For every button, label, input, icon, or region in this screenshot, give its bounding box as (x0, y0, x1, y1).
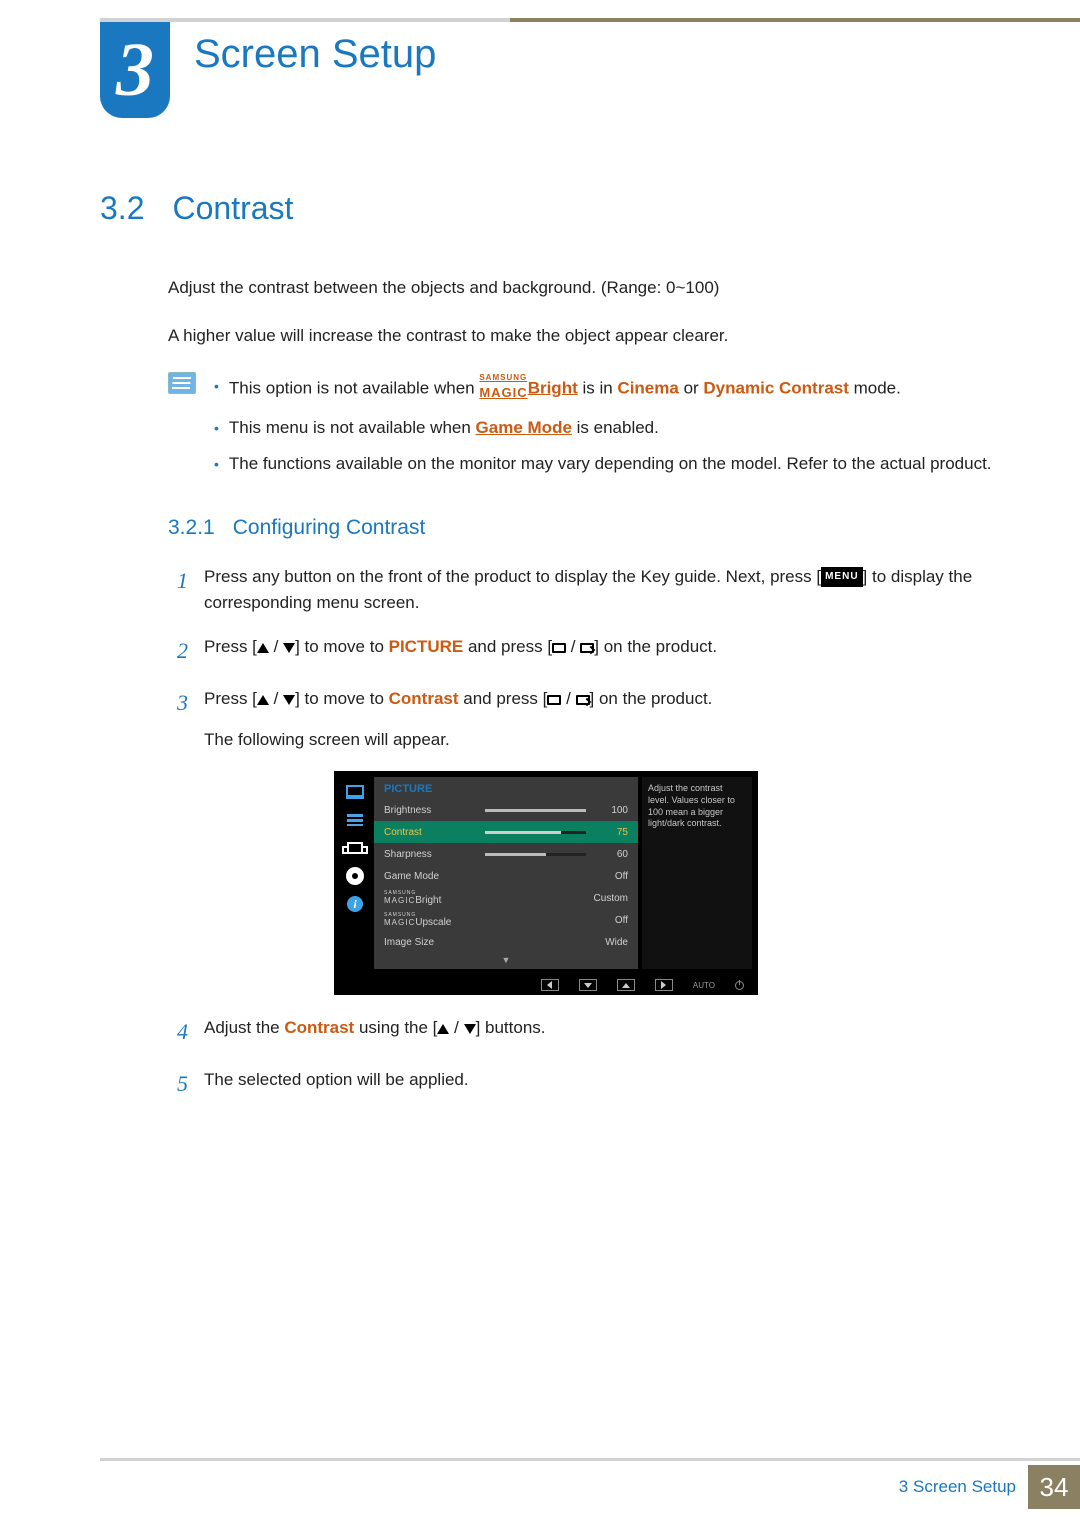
osd-nav-gear-icon (344, 865, 366, 887)
intro-paragraph-1: Adjust the contrast between the objects … (168, 275, 1000, 301)
step-4: Adjust the Contrast using the [ / ] butt… (168, 1015, 1000, 1049)
osd-row: Image SizeWide (374, 931, 638, 953)
menu-button-icon: MENU (821, 567, 862, 587)
up-arrow-icon (437, 1024, 449, 1034)
chapter-number-badge: 3 (100, 22, 170, 118)
step-5: The selected option will be applied. (168, 1067, 1000, 1101)
osd-row: Contrast75 (374, 821, 638, 843)
note-item-2: This menu is not available when Game Mod… (214, 414, 992, 442)
down-arrow-icon (283, 643, 295, 653)
osd-row: SAMSUNGMAGICBrightCustom (374, 887, 638, 909)
top-divider (100, 18, 1080, 22)
intro-paragraph-2: A higher value will increase the contras… (168, 323, 1000, 349)
note-item-3: The functions available on the monitor m… (214, 450, 992, 478)
osd-row: SAMSUNGMAGICUpscaleOff (374, 909, 638, 931)
osd-more-arrow-icon: ▼ (374, 953, 638, 969)
step-1: Press any button on the front of the pro… (168, 564, 1000, 617)
osd-nav-right-icon (655, 979, 673, 991)
step-3: Press [ / ] to move to Contrast and pres… (168, 686, 1000, 753)
source-icon (547, 695, 561, 705)
note-icon (168, 372, 196, 394)
osd-screenshot: i PICTURE Brightness100Contrast75Sharpne… (334, 771, 758, 995)
down-arrow-icon (464, 1024, 476, 1034)
down-arrow-icon (283, 695, 295, 705)
osd-nav-picture-icon (344, 781, 366, 803)
osd-nav-icons: i (340, 777, 370, 969)
up-arrow-icon (257, 643, 269, 653)
osd-nav-size-icon (344, 837, 366, 859)
source-icon (552, 643, 566, 653)
osd-nav-info-icon: i (344, 893, 366, 915)
page-number: 34 (1028, 1465, 1080, 1509)
subsection-number: 3.2.1 (168, 516, 215, 540)
osd-nav-up-icon (617, 979, 635, 991)
up-arrow-icon (257, 695, 269, 705)
osd-nav-auto: AUTO (693, 981, 715, 990)
osd-nav-list-icon (344, 809, 366, 831)
note-list: This option is not available when SAMSUN… (214, 372, 992, 486)
osd-row: Game ModeOff (374, 865, 638, 887)
enter-icon (580, 643, 594, 653)
note-item-1: This option is not available when SAMSUN… (214, 372, 992, 406)
osd-row: Brightness100 (374, 799, 638, 821)
footer-chapter: 3 Screen Setup (899, 1477, 1016, 1497)
step-2: Press [ / ] to move to PICTURE and press… (168, 634, 1000, 668)
osd-nav-down-icon (579, 979, 597, 991)
osd-nav-bar: AUTO (334, 975, 758, 995)
osd-nav-power-icon (735, 981, 744, 990)
enter-icon (576, 695, 590, 705)
section-number: 3.2 (100, 190, 144, 227)
footer-divider (100, 1458, 1080, 1461)
osd-title: PICTURE (374, 777, 638, 799)
osd-help-text: Adjust the contrast level. Values closer… (642, 777, 752, 969)
osd-row: Sharpness60 (374, 843, 638, 865)
subsection-title: Configuring Contrast (233, 516, 426, 540)
osd-nav-left-icon (541, 979, 559, 991)
section-title: Contrast (172, 190, 293, 227)
chapter-title: Screen Setup (194, 32, 436, 77)
